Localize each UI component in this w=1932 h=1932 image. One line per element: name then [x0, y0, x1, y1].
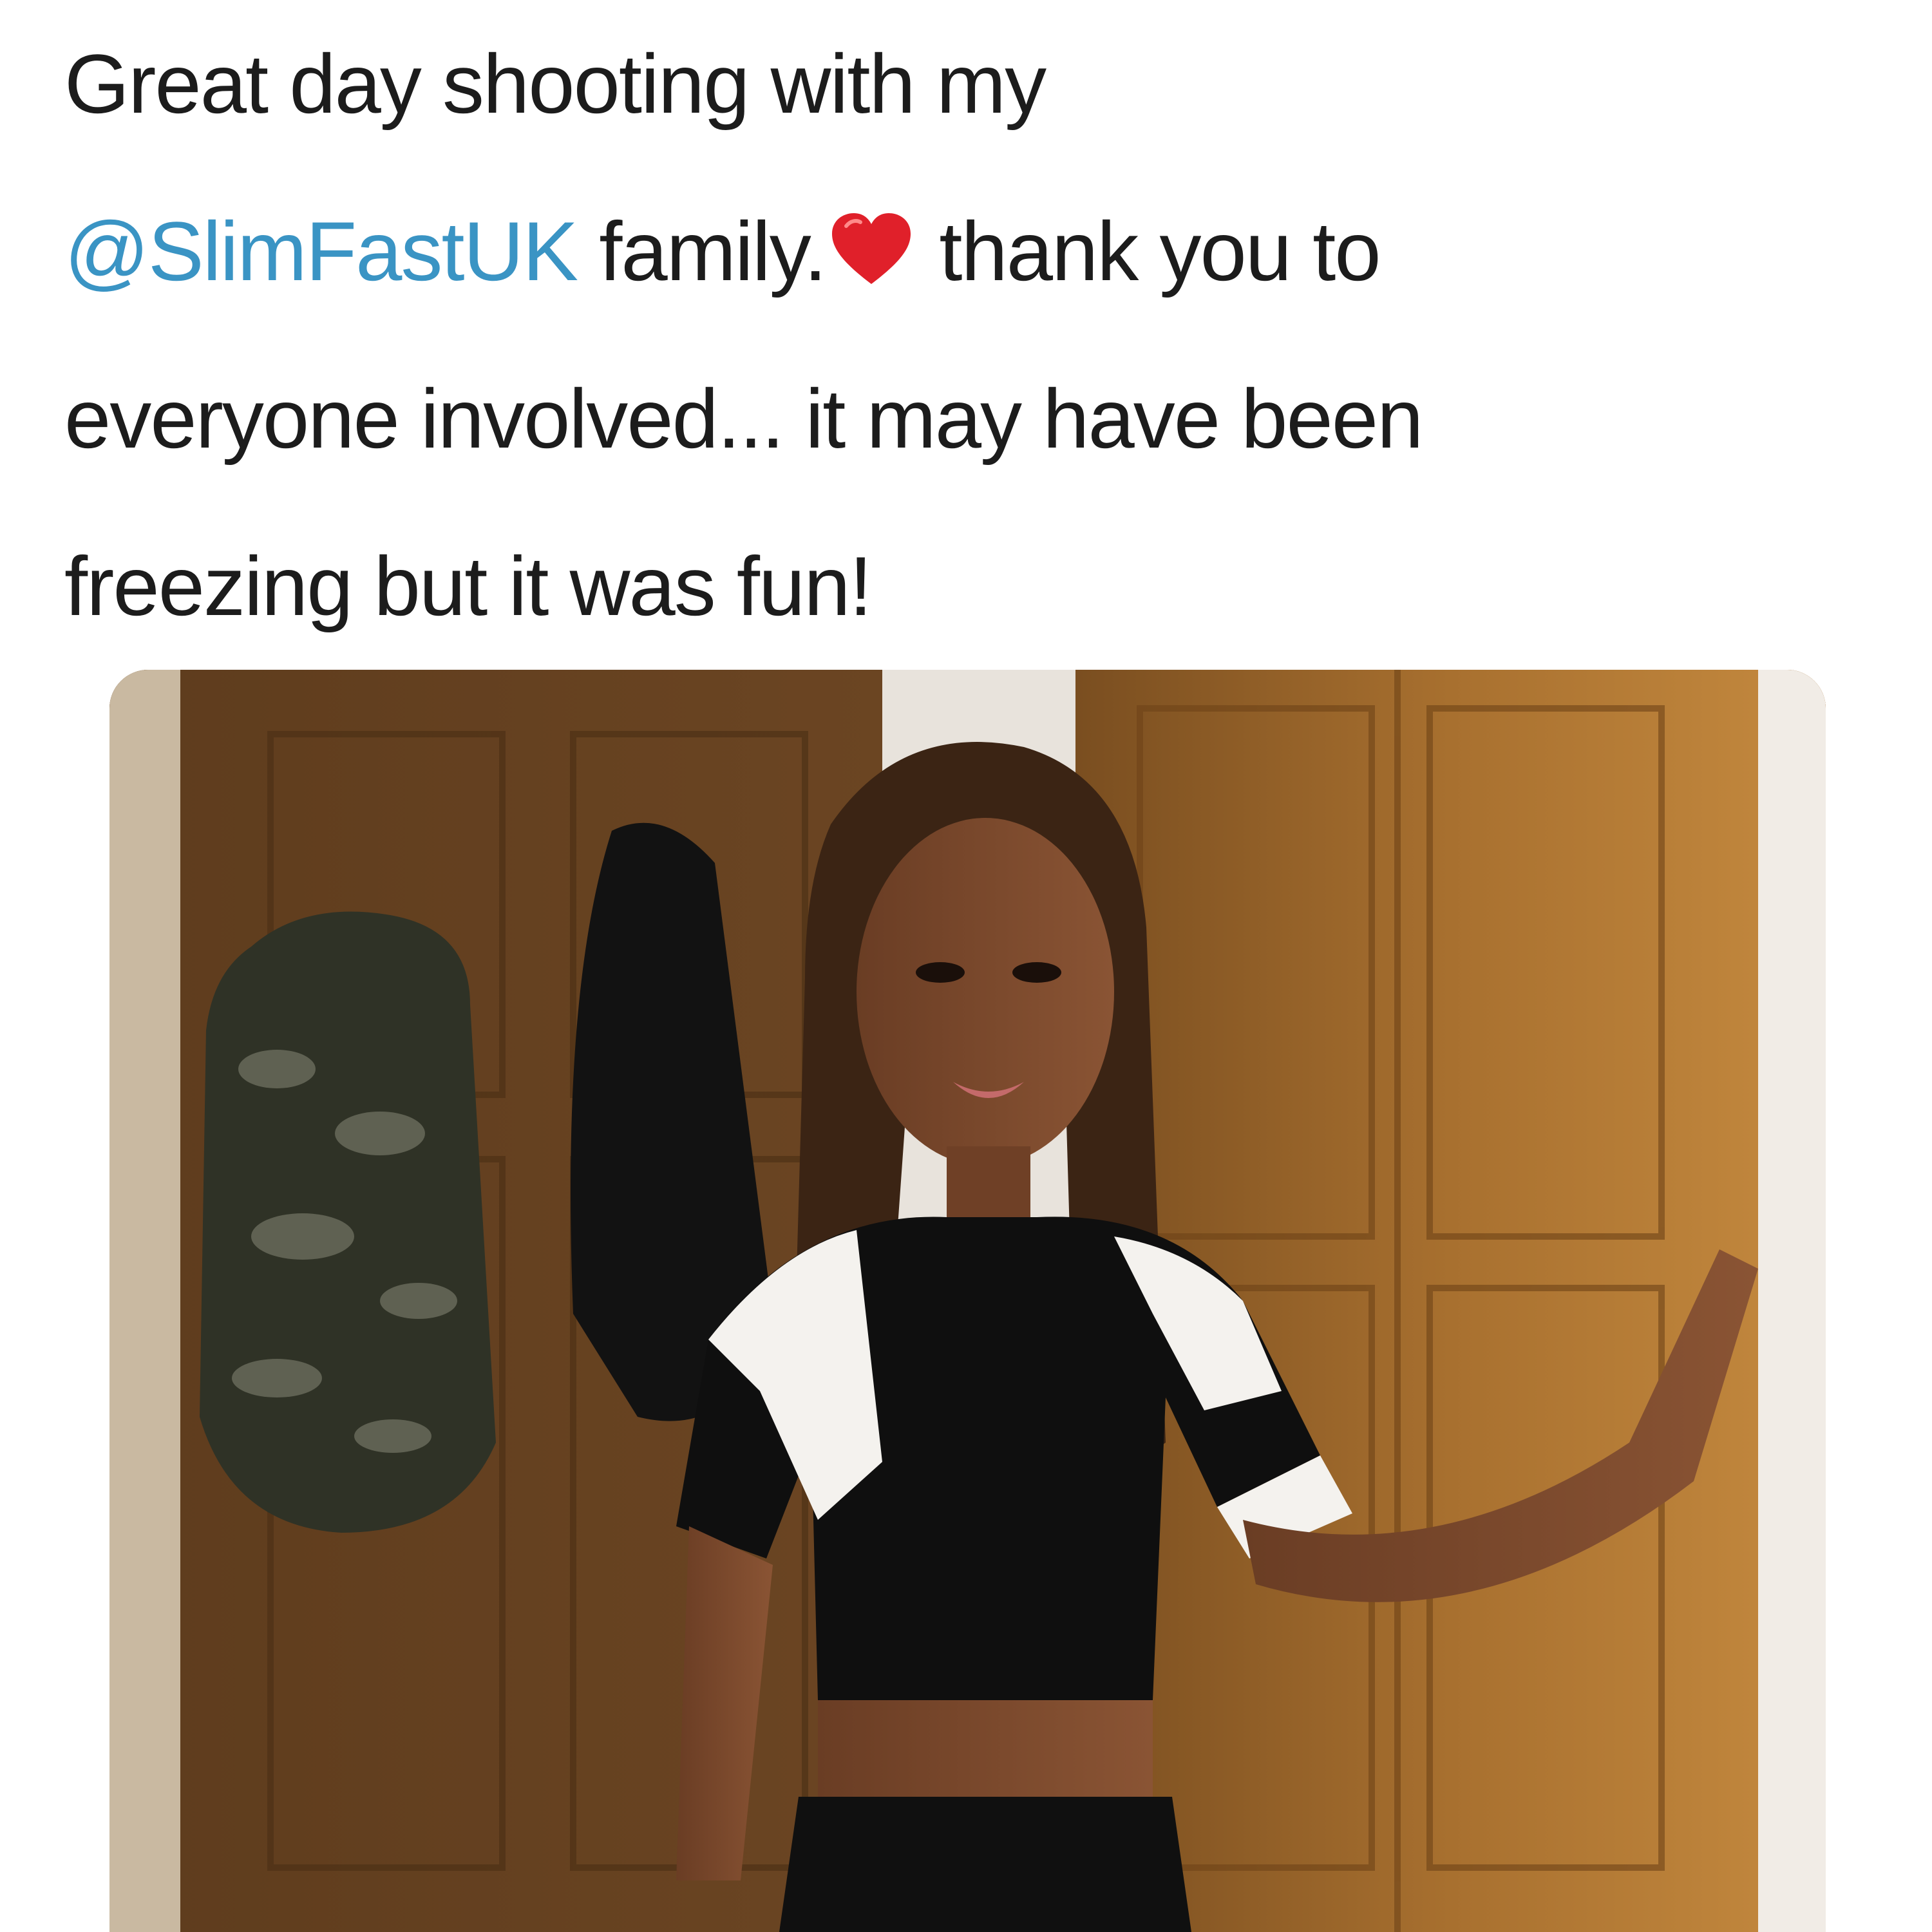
tweet-line-2-text: family.	[577, 204, 827, 298]
photo-scene	[109, 670, 1826, 1932]
tweet-line-4: freezing but it was fun!	[64, 539, 873, 633]
leggings	[779, 1797, 1191, 1932]
midriff	[818, 1700, 1153, 1797]
tweet-line-3: everyone involved... it may have been	[64, 372, 1423, 466]
tweet-photo[interactable]	[109, 670, 1826, 1932]
wall-edge	[109, 670, 180, 1932]
red-heart-icon	[829, 176, 913, 284]
tweet-line-2-text-end: thank you to	[917, 204, 1381, 298]
tweet-line-1: Great day shooting with my	[64, 37, 1046, 131]
white-door-frame	[1758, 670, 1826, 1932]
right-eye	[1012, 962, 1061, 983]
tweet-screenshot: Great day shooting with my @SlimFastUK f…	[0, 0, 1932, 1932]
camo-jacket	[200, 911, 496, 1533]
mention-link[interactable]: @SlimFastUK	[64, 204, 578, 298]
tweet-line-2: @SlimFastUK family. thank you to	[64, 167, 1880, 335]
left-eye	[916, 962, 965, 983]
face	[857, 818, 1114, 1166]
tweet-body-text: Great day shooting with my @SlimFastUK f…	[64, 0, 1880, 670]
